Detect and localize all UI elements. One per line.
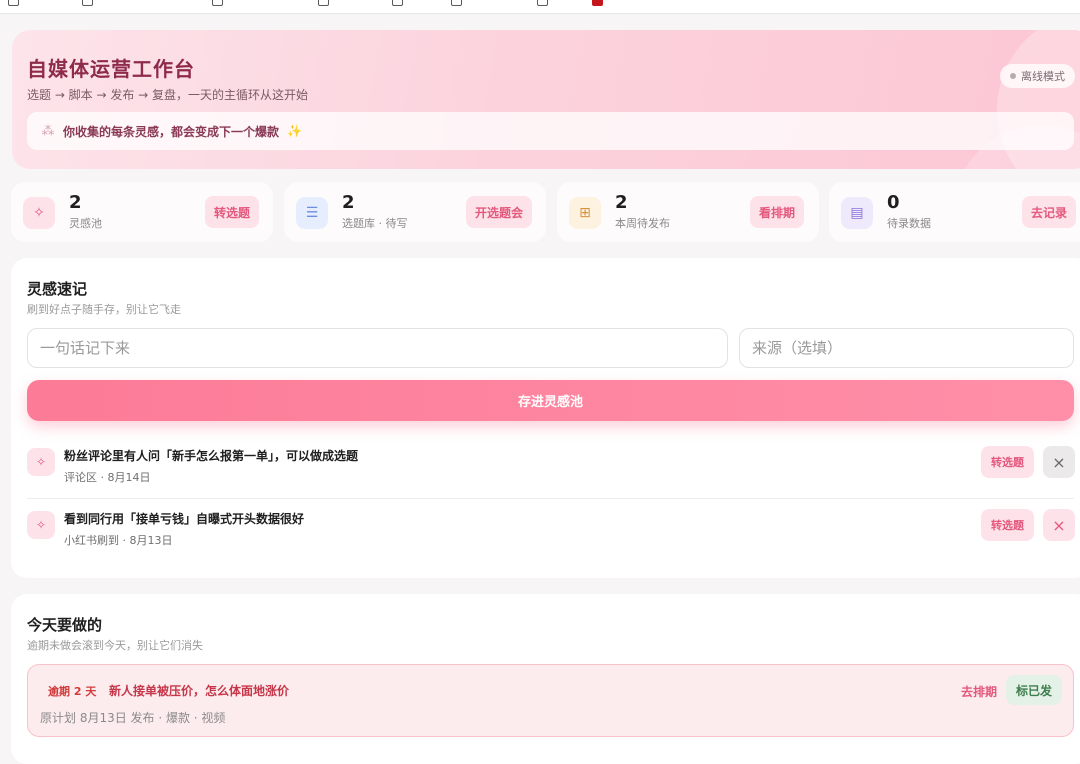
idea-input[interactable] [27,328,728,368]
stat-card-topics: ☰ 2 选题库 · 待写 开选题会 [284,182,546,242]
stat-label: 待录数据 [887,217,931,230]
folder-icon [82,0,93,6]
stat-value: 2 [615,192,628,213]
schedule-link[interactable]: 去排期 [961,683,997,700]
sparkle-icon: ✧ [23,197,55,229]
stat-card-inspiration: ✧ 2 灵感池 转选题 [11,182,273,242]
section-title: 今天要做的 [27,616,103,634]
stat-value: 2 [69,192,82,213]
source-input[interactable] [739,328,1074,368]
motivation-text: 你收集的每条灵感，都会变成下一个爆款 [63,124,280,139]
idea-meta: 评论区 · 8月14日 [64,471,151,484]
page-subtitle: 选题 → 脚本 → 发布 → 复盘，一天的主循环从这开始 [27,88,309,102]
folder-icon [8,0,19,6]
bookmark-item[interactable] [592,0,603,8]
stat-value: 0 [887,192,900,213]
bookmark-item[interactable] [451,0,462,8]
stat-label: 选题库 · 待写 [342,217,408,230]
motivation-banner: ⁂ 你收集的每条灵感，都会变成下一个爆款 ✨ [27,112,1074,150]
convert-topic-button[interactable]: 转选题 [205,196,260,228]
stat-value: 2 [342,192,355,213]
idea-text: 粉丝评论里有人问「新手怎么报第一单」，可以做成选题 [64,449,359,463]
calendar-plus-icon: ⊞ [569,197,601,229]
folder-icon [451,0,462,6]
folder-icon [537,0,548,6]
today-card: 今天要做的 逾期未做会滚到今天，别让它们消失 逾期 2 天 新人接单被压价，怎么… [11,594,1080,764]
bookmark-item[interactable] [212,0,223,8]
view-schedule-button[interactable]: 看排期 [750,196,805,228]
status-dot-icon [1010,73,1016,79]
idea-meta: 小红书刷到 · 8月13日 [64,534,173,547]
idea-text: 看到同行用「接单亏钱」自曝式开头数据很好 [64,512,305,526]
task-item: 逾期 2 天 新人接单被压价，怎么体面地涨价 原计划 8月13日 发布 · 爆款… [27,664,1074,737]
offline-mode-badge: 离线模式 [1000,64,1075,88]
list-icon: ☰ [296,197,328,229]
stat-card-publish: ⊞ 2 本周待发布 看排期 [557,182,819,242]
bookmarks-bar [0,0,1080,14]
sparkle-icon: ✧ [27,448,55,476]
folder-icon [212,0,223,6]
loading-spinner-icon: ⁂ [41,123,55,139]
section-title: 灵感速记 [27,280,88,298]
list-item: ✧ 粉丝评论里有人问「新手怎么报第一单」，可以做成选题 评论区 · 8月14日 … [27,436,1075,498]
save-idea-button[interactable]: 存进灵感池 [27,380,1074,421]
bookmark-item[interactable] [392,0,403,8]
list-item: ✧ 看到同行用「接单亏钱」自曝式开头数据很好 小红书刷到 · 8月13日 转选题… [27,499,1075,561]
topic-meeting-button[interactable]: 开选题会 [466,196,533,228]
note-icon: ▤ [841,197,873,229]
acrobat-icon [592,0,603,6]
bookmark-item[interactable] [537,0,548,8]
sparkle-icon: ✧ [27,511,55,539]
bookmark-item[interactable] [82,0,93,8]
bookmark-item[interactable] [318,0,329,8]
bookmark-item[interactable] [8,0,19,8]
close-icon[interactable]: × [1043,509,1075,541]
sparkle-icon: ✨ [287,124,302,138]
convert-topic-button[interactable]: 转选题 [981,446,1034,478]
page-title: 自媒体运营工作台 [27,57,195,81]
stat-label: 本周待发布 [615,217,670,230]
stat-label: 灵感池 [69,217,102,230]
inspiration-card: 灵感速记 刷到好点子随手存，别让它飞走 存进灵感池 ✧ 粉丝评论里有人问「新手怎… [11,258,1080,578]
section-subtitle: 刷到好点子随手存，别让它飞走 [27,303,181,316]
close-icon[interactable]: × [1043,446,1075,478]
mark-published-button[interactable]: 标已发 [1006,675,1063,705]
mode-label: 离线模式 [1021,70,1065,83]
task-title: 新人接单被压价，怎么体面地涨价 [109,684,290,698]
record-data-button[interactable]: 去记录 [1022,196,1077,228]
overdue-badge: 逾期 2 天 [48,685,97,698]
stat-card-data: ▤ 0 待录数据 去记录 [829,182,1080,242]
section-subtitle: 逾期未做会滚到今天，别让它们消失 [27,639,203,652]
convert-topic-button[interactable]: 转选题 [981,509,1034,541]
hero-banner: 自媒体运营工作台 选题 → 脚本 → 发布 → 复盘，一天的主循环从这开始 离线… [12,30,1080,169]
folder-icon [392,0,403,6]
task-meta: 原计划 8月13日 发布 · 爆款 · 视频 [40,711,226,725]
folder-icon [318,0,329,6]
